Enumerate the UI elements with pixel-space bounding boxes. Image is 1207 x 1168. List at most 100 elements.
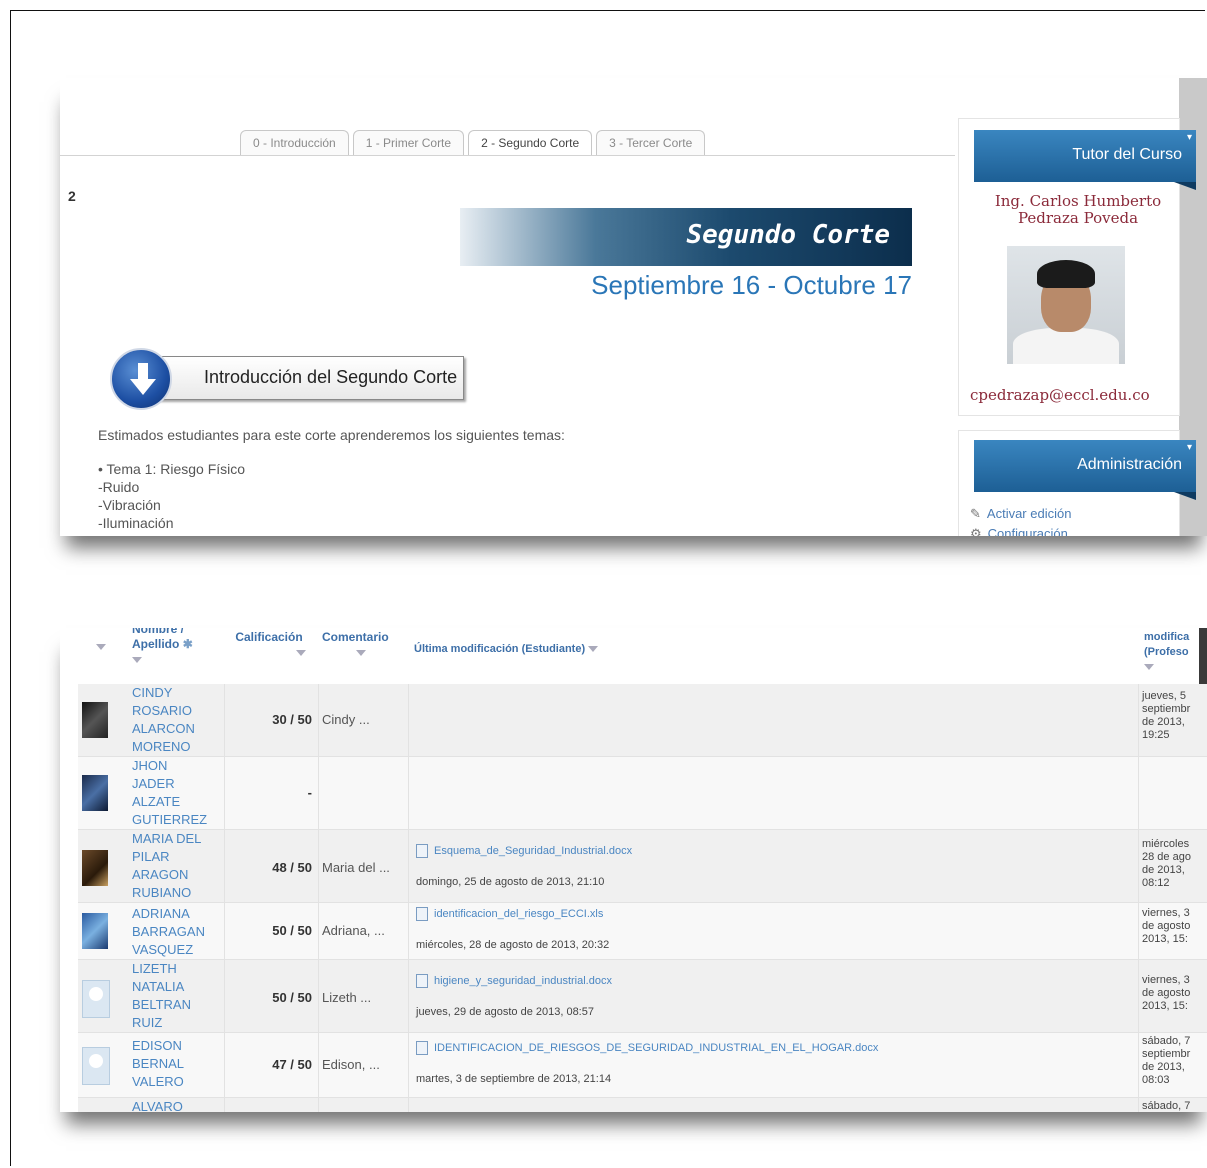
header-comment-label: Comentario: [322, 630, 389, 644]
prof-mod-date: jueves, 5 septiembr de 2013, 19:25: [1142, 690, 1191, 741]
column-divider: [224, 684, 225, 1112]
intro-text: Estimados estudiantes para este corte ap…: [98, 427, 565, 443]
sort-icon[interactable]: [132, 656, 142, 663]
prof-mod-date: viernes, 3 de agosto 2013, 15:: [1142, 974, 1191, 1012]
avatar[interactable]: [82, 913, 108, 949]
header-prof-line1: modifica: [1144, 631, 1190, 643]
grade-value[interactable]: 47 / 50: [228, 1057, 312, 1072]
grade-value[interactable]: 48 / 50: [228, 860, 312, 875]
student-name-link[interactable]: JHON JADER ALZATE GUTIERREZ: [132, 757, 207, 829]
section-tabs: 0 - Introducción 1 - Primer Corte 2 - Se…: [240, 130, 706, 156]
table-row: JHON JADER ALZATE GUTIERREZ -: [78, 757, 1207, 830]
configuracion-link[interactable]: ⚙ Configuración: [970, 526, 1068, 536]
submission-date: domingo, 25 de agosto de 2013, 21:10: [416, 876, 605, 888]
section-description: Estimados estudiantes para este corte ap…: [98, 426, 565, 532]
grades-table-screenshot: Nombre / Apellido ✱ Calificación Comenta…: [60, 628, 1207, 1112]
prof-mod-date: miércoles 28 de ago de 2013, 08:12: [1142, 838, 1191, 889]
header-last-mod-student[interactable]: Última modificación (Estudiante): [414, 642, 599, 657]
topic-iluminacion: -Iluminación: [98, 515, 174, 531]
header-prof-line2: (Profeso: [1144, 646, 1189, 658]
grade-value[interactable]: -: [228, 785, 312, 800]
download-arrow-icon: [110, 348, 172, 410]
intro-download-button[interactable]: Introducción del Segundo Corte: [110, 348, 466, 410]
student-name-link[interactable]: CINDY ROSARIO ALARCON MORENO: [132, 684, 195, 756]
admin-block-header: Administración ▾: [974, 440, 1196, 500]
prof-mod-date: sábado, 7 septiembr de 2013, 08:03: [1142, 1035, 1191, 1086]
tutor-name-line2: Pedraza Poveda: [1017, 209, 1139, 227]
table-row: CINDY ROSARIO ALARCON MORENO 30 / 50 Cindy …: [78, 684, 1207, 757]
tutor-header-label: Tutor del Curso: [1072, 146, 1182, 163]
table-row: ADRIANA BARRAGAN VASQUEZ 50 / 50 Adriana, …: [78, 903, 1207, 960]
comment-text[interactable]: Edison, ...: [322, 1057, 380, 1072]
column-divider: [408, 684, 409, 1112]
sort-icon[interactable]: [96, 644, 106, 650]
collapse-icon[interactable]: ▾: [1187, 132, 1192, 143]
sort-icon[interactable]: [588, 646, 599, 653]
column-divider: [1138, 684, 1139, 1112]
student-name-link[interactable]: ADRIANA BARRAGAN VASQUEZ: [132, 905, 205, 959]
header-name-top: Nombre /: [132, 628, 185, 636]
sort-icon[interactable]: [296, 649, 306, 656]
topic-1: • Tema 1: Riesgo Físico: [98, 461, 246, 477]
student-name-link[interactable]: ALVARO: [132, 1098, 183, 1112]
right-sidebar: Tutor del Curso ▾ Ing. Carlos Humberto P…: [958, 118, 1196, 536]
student-name-link[interactable]: EDISON BERNAL VALERO: [132, 1037, 184, 1091]
header-grade[interactable]: Calificación: [232, 630, 306, 660]
tutor-block-header: Tutor del Curso ▾: [974, 130, 1196, 190]
student-name-link[interactable]: MARIA DEL PILAR ARAGON RUBIANO: [132, 830, 201, 902]
activar-edicion-label: Activar edición: [986, 506, 1072, 521]
header-last-mod-prof[interactable]: modifica (Profeso: [1144, 630, 1189, 675]
sort-icon[interactable]: [356, 649, 366, 656]
comment-text[interactable]: Lizeth ...: [322, 990, 371, 1005]
student-name-link[interactable]: LIZETH NATALIA BELTRAN RUIZ: [132, 960, 191, 1032]
tutor-email[interactable]: cpedrazap@eccl.edu.co: [970, 386, 1150, 404]
table-row: ALVARO sábado, 7: [78, 1098, 1207, 1112]
submission-date: jueves, 29 de agosto de 2013, 08:57: [416, 1006, 594, 1018]
activar-edicion-link[interactable]: ✎ Activar edición: [970, 506, 1071, 522]
admin-header-label: Administración: [1077, 456, 1182, 473]
submission-file-link[interactable]: identificacion_del_riesgo_ECCI.xls: [416, 907, 603, 921]
header-name[interactable]: Nombre / Apellido ✱: [132, 628, 193, 667]
tutor-name-line1: Ing. Carlos Humberto: [994, 192, 1162, 210]
configuracion-label: Configuración: [987, 526, 1068, 536]
default-avatar-icon[interactable]: [82, 980, 110, 1018]
tab-introduccion[interactable]: 0 - Introducción: [240, 130, 349, 156]
grade-value[interactable]: 50 / 50: [228, 990, 312, 1005]
spreadsheet-icon: [416, 907, 428, 921]
grade-value[interactable]: 30 / 50: [228, 712, 312, 727]
header-name-label: Apellido: [132, 637, 180, 651]
tabs-divider: [60, 155, 955, 156]
submission-file-link[interactable]: Esquema_de_Seguridad_Industrial.docx: [416, 844, 632, 858]
tab-primer-corte[interactable]: 1 - Primer Corte: [352, 130, 465, 156]
tab-segundo-corte[interactable]: 2 - Segundo Corte: [468, 130, 593, 156]
table-row: LIZETH NATALIA BELTRAN RUIZ 50 / 50 Lizeth …: [78, 960, 1207, 1033]
collapse-icon[interactable]: ▾: [1187, 442, 1192, 453]
avatar[interactable]: [82, 850, 108, 886]
default-avatar-icon[interactable]: [82, 1047, 110, 1085]
comment-text[interactable]: Adriana, ...: [322, 923, 385, 938]
grade-value[interactable]: 50 / 50: [228, 923, 312, 938]
sort-icon[interactable]: [1144, 664, 1154, 671]
tab-tercer-corte[interactable]: 3 - Tercer Corte: [596, 130, 706, 156]
prof-mod-date: viernes, 3 de agosto 2013, 15:: [1142, 907, 1191, 945]
header-comment[interactable]: Comentario: [322, 630, 389, 660]
comment-text[interactable]: Cindy ...: [322, 712, 370, 727]
tutor-photo: [1007, 246, 1125, 364]
banner-title: Segundo Corte: [686, 220, 891, 250]
header-last-mod-label: Última modificación (Estudiante): [414, 643, 586, 655]
avatar[interactable]: [82, 775, 108, 811]
table-row: MARIA DEL PILAR ARAGON RUBIANO 48 / 50 Mari…: [78, 830, 1207, 903]
column-divider: [318, 684, 319, 1112]
tutor-name: Ing. Carlos Humberto Pedraza Poveda: [978, 193, 1178, 227]
pencil-icon: ✎: [970, 506, 981, 521]
submission-file-link[interactable]: higiene_y_seguridad_industrial.docx: [416, 974, 612, 988]
submission-date: martes, 3 de septiembre de 2013, 21:14: [416, 1073, 612, 1085]
submission-file-link[interactable]: IDENTIFICACION_DE_RIESGOS_DE_SEGURIDAD_I…: [416, 1041, 878, 1055]
document-icon: [416, 974, 428, 988]
document-icon: [416, 844, 428, 858]
comment-text[interactable]: Maria del ...: [322, 860, 390, 875]
topic-ruido: -Ruido: [98, 479, 140, 495]
document-icon: [416, 1041, 428, 1055]
section-banner: Segundo Corte: [460, 208, 912, 266]
avatar[interactable]: [82, 702, 108, 738]
